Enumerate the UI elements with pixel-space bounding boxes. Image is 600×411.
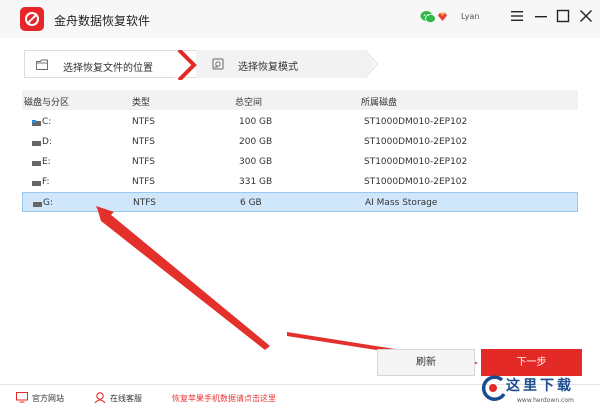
user-name[interactable]: Lyan	[461, 12, 479, 21]
header-type[interactable]: 类型	[132, 95, 150, 108]
customer-service-icon	[94, 392, 106, 403]
partition-type: NTFS	[132, 137, 155, 147]
step-1-chevron	[175, 50, 197, 80]
table-row-selected[interactable]: G: NTFS 6 GB AI Mass Storage	[22, 192, 578, 212]
partition-type: NTFS	[132, 117, 155, 127]
partition-size: 100 GB	[239, 117, 273, 127]
menu-icon[interactable]	[507, 6, 527, 26]
partition-name: G:	[43, 198, 54, 208]
step-2-label: 选择恢复模式	[238, 62, 298, 73]
app-logo-icon	[20, 7, 44, 31]
table-row[interactable]: E: NTFS 300 GB ST1000DM010-2EP102	[22, 152, 578, 172]
header-total-space[interactable]: 总空间	[235, 95, 262, 108]
partition-type: NTFS	[133, 198, 156, 208]
title-bar: 金舟数据恢复软件 Lyan	[0, 0, 600, 38]
step-select-location: 选择恢复文件的位置	[24, 50, 197, 80]
drive-icon	[32, 141, 41, 146]
drive-icon	[32, 161, 41, 166]
table-row[interactable]: F: NTFS 331 GB ST1000DM010-2EP102	[22, 172, 578, 192]
table-header: 磁盘与分区 类型 总空间 所属磁盘	[22, 90, 578, 110]
partition-size: 331 GB	[239, 177, 273, 187]
partition-size: 6 GB	[240, 198, 262, 208]
close-icon[interactable]	[576, 6, 596, 26]
disk-drive-icon	[212, 58, 224, 70]
partition-name: F:	[42, 177, 50, 187]
wechat-icon[interactable]	[420, 10, 436, 24]
partition-name: C:	[42, 117, 52, 127]
step-select-mode: 选择恢复模式	[194, 50, 378, 78]
partition-table: 磁盘与分区 类型 总空间 所属磁盘 C: NTFS 100 GB ST1000D…	[22, 90, 578, 330]
watermark-logo-icon	[481, 375, 506, 401]
watermark: 这里下载 www.herdown.com	[470, 368, 600, 411]
app-title: 金舟数据恢复软件	[54, 14, 151, 28]
refresh-button[interactable]: 刷新	[377, 349, 475, 376]
watermark-brand: 这里下载	[506, 378, 574, 394]
header-disk[interactable]: 所属磁盘	[361, 95, 397, 108]
minimize-icon[interactable]	[531, 6, 551, 26]
drive-icon	[33, 202, 42, 207]
official-website-link[interactable]: 官方网站	[32, 393, 64, 404]
drive-icon	[32, 181, 41, 186]
folder-icon	[36, 59, 48, 70]
partition-disk: ST1000DM010-2EP102	[364, 117, 468, 127]
partition-type: NTFS	[132, 177, 155, 187]
iphone-recovery-link[interactable]: 恢复苹果手机数据请点击这里	[172, 393, 276, 404]
header-partition[interactable]: 磁盘与分区	[24, 95, 69, 108]
step-2-chevron	[364, 50, 378, 78]
maximize-icon[interactable]	[553, 6, 573, 26]
online-support-link[interactable]: 在线客服	[110, 393, 142, 404]
system-drive-icon	[32, 120, 41, 126]
partition-size: 300 GB	[239, 157, 273, 167]
step-1-label: 选择恢复文件的位置	[63, 63, 153, 74]
partition-disk: ST1000DM010-2EP102	[364, 137, 468, 147]
partition-disk: AI Mass Storage	[365, 198, 438, 208]
partition-type: NTFS	[132, 157, 155, 167]
partition-disk: ST1000DM010-2EP102	[364, 177, 468, 187]
partition-size: 200 GB	[239, 137, 273, 147]
watermark-url: www.herdown.com	[517, 397, 574, 404]
table-row[interactable]: C: NTFS 100 GB ST1000DM010-2EP102	[22, 112, 578, 132]
partition-name: E:	[42, 157, 51, 167]
partition-disk: ST1000DM010-2EP102	[364, 157, 468, 167]
partition-name: D:	[42, 137, 52, 147]
step-indicator: 选择恢复模式 选择恢复文件的位置	[24, 50, 378, 80]
monitor-icon	[16, 392, 28, 403]
table-row[interactable]: D: NTFS 200 GB ST1000DM010-2EP102	[22, 132, 578, 152]
vip-diamond-icon[interactable]	[438, 12, 447, 21]
